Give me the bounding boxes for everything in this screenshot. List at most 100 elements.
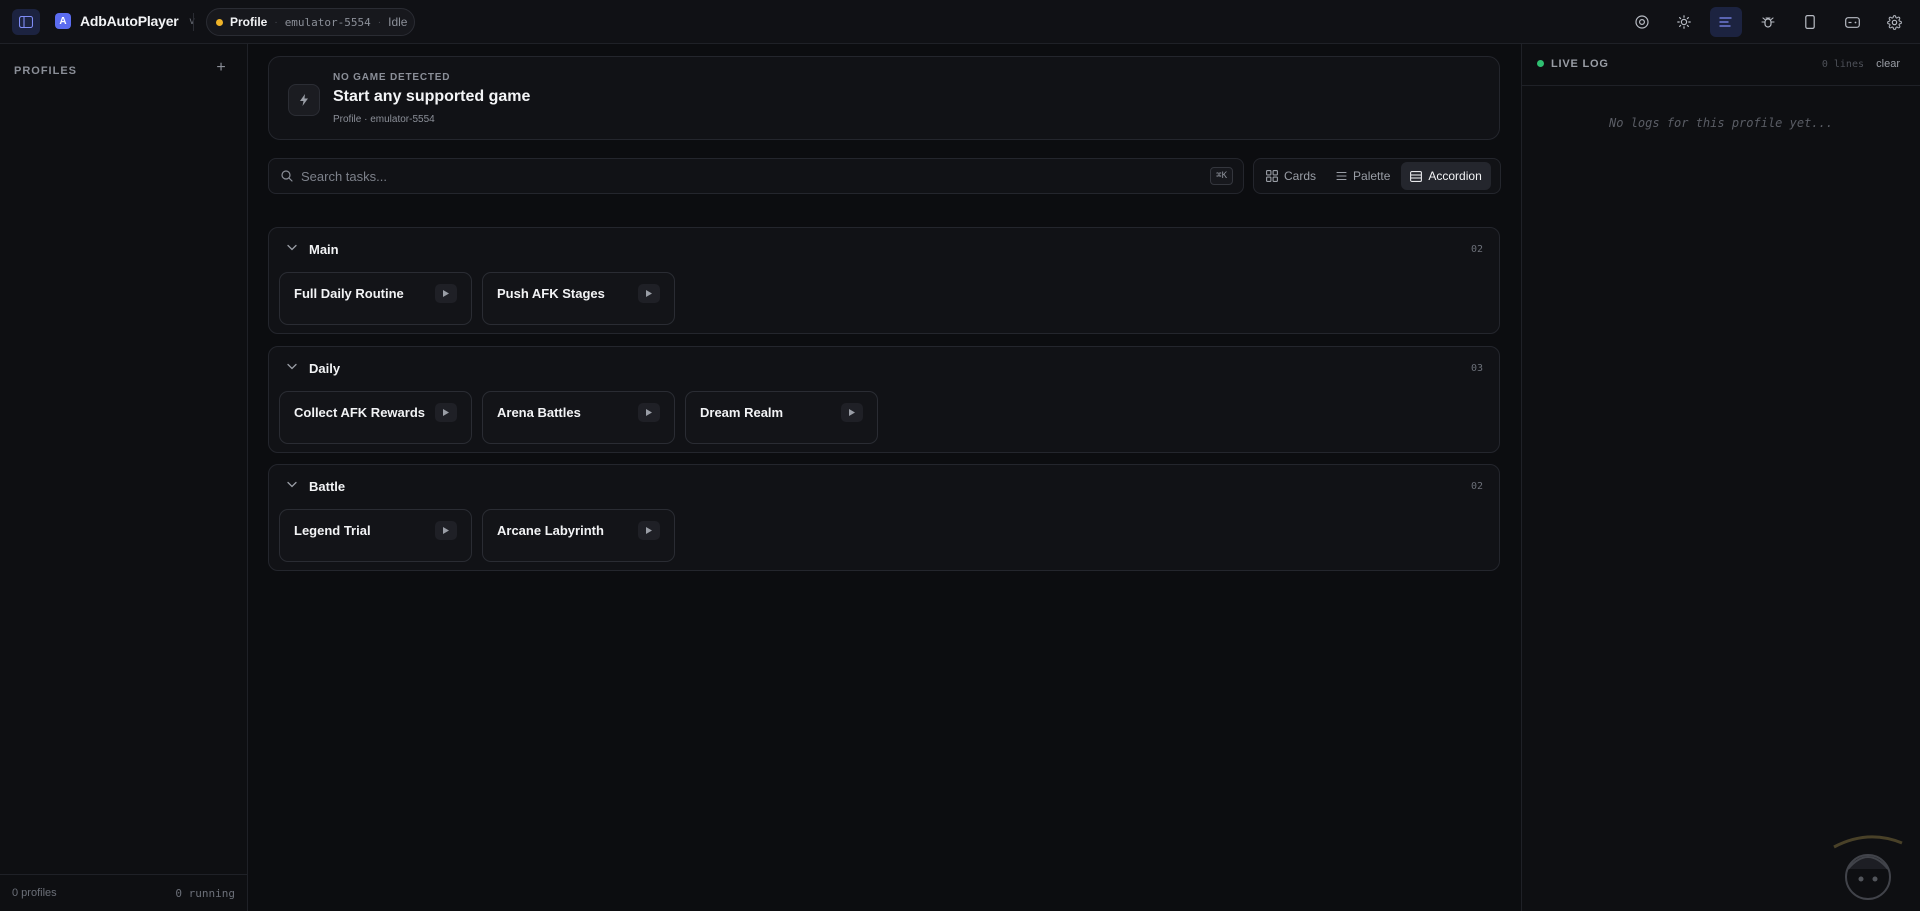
task-name: Legend Trial <box>294 523 371 538</box>
task-group-daily: Daily 03 Collect AFK Rewards Arena Battl… <box>268 346 1500 453</box>
divider <box>193 13 194 31</box>
bug-icon <box>1761 17 1775 28</box>
task-card[interactable]: Full Daily Routine <box>279 272 472 325</box>
lightning-icon <box>300 94 308 106</box>
accordion-icon <box>1410 170 1423 182</box>
top-bar: A AdbAutoPlayer v Profile · emulator-555… <box>0 0 1920 44</box>
game-status-subtitle: Profile · emulator-5554 <box>333 114 435 125</box>
play-icon <box>646 290 652 297</box>
task-name: Full Daily Routine <box>294 286 404 301</box>
toolbar-icons <box>1626 7 1910 37</box>
play-icon <box>849 409 855 416</box>
theme-button[interactable] <box>1668 7 1700 37</box>
target-icon <box>1635 15 1649 29</box>
run-task-button[interactable] <box>841 403 863 422</box>
profile-selector[interactable]: Profile · emulator-5554 · Idle <box>206 8 415 36</box>
clear-log-button[interactable]: clear <box>1876 58 1900 70</box>
task-card[interactable]: Legend Trial <box>279 509 472 562</box>
sidebar-panel-icon <box>19 16 33 28</box>
gamepad-icon <box>1844 16 1860 28</box>
group-title: Battle <box>309 479 346 494</box>
task-card[interactable]: Arena Battles <box>482 391 675 444</box>
separator: · <box>377 16 382 28</box>
list-icon <box>1336 171 1347 181</box>
task-list: Collect AFK Rewards Arena Battles Dream … <box>279 391 878 444</box>
profile-count: 0 profiles <box>12 887 57 899</box>
group-count: 02 <box>1470 244 1483 255</box>
game-status-card: NO GAME DETECTED Start any supported gam… <box>268 56 1500 140</box>
separator: · <box>274 16 278 28</box>
view-palette-label: Palette <box>1353 169 1391 183</box>
debug-button[interactable] <box>1752 7 1784 37</box>
log-view-button[interactable] <box>1710 7 1742 37</box>
game-status-icon-box <box>288 84 320 116</box>
group-header[interactable]: Main 02 <box>269 228 1499 268</box>
search-icon <box>281 170 293 182</box>
game-button[interactable] <box>1836 7 1868 37</box>
game-status-title: Start any supported game <box>333 88 531 105</box>
view-palette-button[interactable]: Palette <box>1327 162 1399 190</box>
status-dot <box>216 18 223 26</box>
run-task-button[interactable] <box>638 521 660 540</box>
group-header[interactable]: Daily 03 <box>269 347 1499 387</box>
add-profile-button[interactable]: + <box>211 58 231 78</box>
run-task-button[interactable] <box>638 284 660 303</box>
task-card[interactable]: Dream Realm <box>685 391 878 444</box>
app-brand[interactable]: A AdbAutoPlayer v <box>55 13 195 29</box>
sun-icon <box>1677 15 1691 29</box>
task-group-main: Main 02 Full Daily Routine Push AFK Stag… <box>268 227 1500 334</box>
run-task-button[interactable] <box>638 403 660 422</box>
app-name: AdbAutoPlayer <box>80 13 179 29</box>
settings-button[interactable] <box>1878 7 1910 37</box>
profile-name: Profile <box>230 15 268 29</box>
group-count: 03 <box>1470 363 1483 374</box>
task-list: Legend Trial Arcane Labyrinth <box>279 509 675 562</box>
log-title: LIVE LOG <box>1551 58 1609 70</box>
run-task-button[interactable] <box>435 403 457 422</box>
log-line-count: 0 lines <box>1821 59 1864 70</box>
shortcut-badge: ⌘K <box>1210 167 1233 185</box>
run-task-button[interactable] <box>435 284 457 303</box>
grid-icon <box>1266 170 1278 182</box>
group-header[interactable]: Battle 02 <box>269 465 1499 505</box>
run-task-button[interactable] <box>435 521 457 540</box>
group-title: Daily <box>309 361 341 376</box>
phone-icon <box>1805 15 1815 29</box>
live-log-panel: LIVE LOG 0 lines clear No logs for this … <box>1521 44 1920 911</box>
view-accordion-button[interactable]: Accordion <box>1401 162 1491 190</box>
target-button[interactable] <box>1626 7 1658 37</box>
device-button[interactable] <box>1794 7 1826 37</box>
task-card[interactable]: Push AFK Stages <box>482 272 675 325</box>
play-icon <box>443 409 449 416</box>
log-lines-icon <box>1719 17 1732 27</box>
main-content: NO GAME DETECTED Start any supported gam… <box>248 44 1521 911</box>
log-empty-state: No logs for this profile yet... <box>1609 116 1833 130</box>
task-card[interactable]: Collect AFK Rewards <box>279 391 472 444</box>
play-icon <box>646 527 652 534</box>
log-header: LIVE LOG 0 lines clear <box>1522 44 1920 86</box>
emulator-name: emulator-5554 <box>284 15 371 29</box>
mascot-watermark-icon <box>1833 835 1903 900</box>
task-name: Dream Realm <box>700 405 784 420</box>
chevron-down-icon <box>287 244 297 251</box>
play-icon <box>646 409 652 416</box>
sidebar-footer: 0 profiles 0 running <box>0 874 247 911</box>
view-cards-button[interactable]: Cards <box>1257 162 1325 190</box>
app-logo: A <box>55 13 71 29</box>
chevron-down-icon <box>287 363 297 370</box>
play-icon <box>443 527 449 534</box>
chevron-down-icon <box>287 481 297 488</box>
task-card[interactable]: Arcane Labyrinth <box>482 509 675 562</box>
sidebar-toggle-button[interactable] <box>12 9 40 35</box>
status-text: Idle <box>388 15 408 29</box>
play-icon <box>443 290 449 297</box>
task-name: Push AFK Stages <box>497 286 605 301</box>
task-search: ⌘K <box>268 158 1244 194</box>
task-group-battle: Battle 02 Legend Trial Arcane Labyrinth <box>268 464 1500 571</box>
view-accordion-label: Accordion <box>1428 169 1482 183</box>
search-input[interactable] <box>301 159 1181 193</box>
profiles-sidebar: PROFILES + 0 profiles 0 running <box>0 44 248 911</box>
game-status-tag: NO GAME DETECTED <box>333 72 451 83</box>
task-name: Arena Battles <box>497 405 581 420</box>
task-list: Full Daily Routine Push AFK Stages <box>279 272 675 325</box>
